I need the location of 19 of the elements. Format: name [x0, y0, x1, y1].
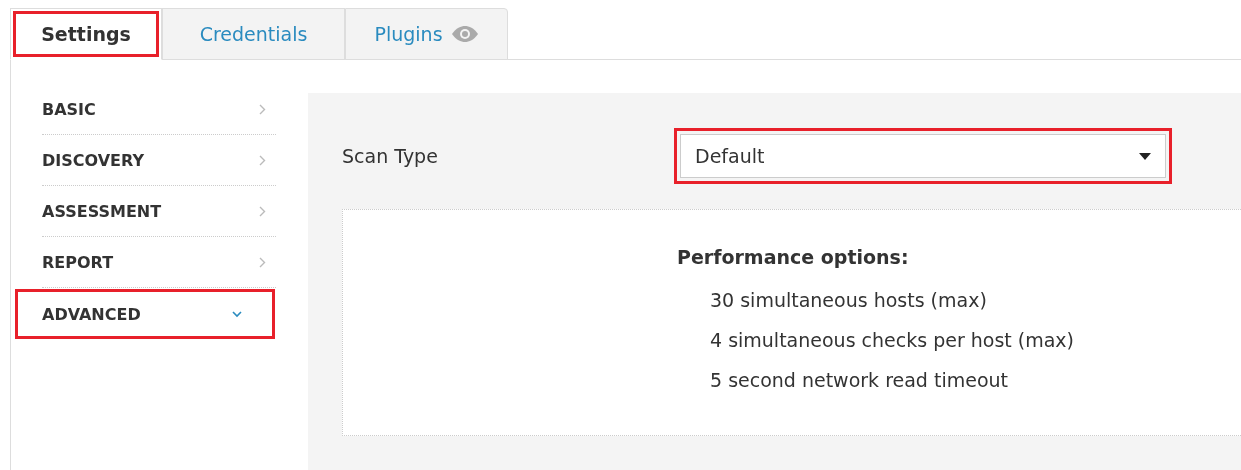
chevron-right-icon — [259, 256, 266, 268]
sidebar-item[interactable]: REPORT — [42, 237, 276, 288]
scan-type-dropdown[interactable]: Default — [680, 134, 1166, 178]
info-text: 30 simultaneous hosts (max) — [710, 288, 988, 313]
eye-icon — [450, 26, 479, 42]
info-text: 5 second network read timeout — [710, 368, 1009, 393]
chevron-down-icon — [232, 310, 242, 318]
sidebar-item[interactable]: ASSESSMENT — [42, 186, 276, 237]
field-label: Scan Type — [342, 145, 439, 167]
sidebar-item[interactable]: BASIC — [42, 85, 276, 135]
chevron-right-icon — [259, 154, 266, 166]
chevron-right-icon — [259, 205, 266, 217]
info-text: 4 simultaneous checks per host (max) — [710, 328, 1075, 353]
info-heading: Performance options: — [677, 246, 910, 268]
tab[interactable]: Settings — [10, 8, 162, 60]
chevron-right-icon — [259, 104, 266, 115]
sidebar-item[interactable]: ADVANCED — [18, 292, 272, 336]
caret-icon — [1139, 152, 1151, 160]
sidebar-item[interactable]: DISCOVERY — [42, 135, 276, 186]
